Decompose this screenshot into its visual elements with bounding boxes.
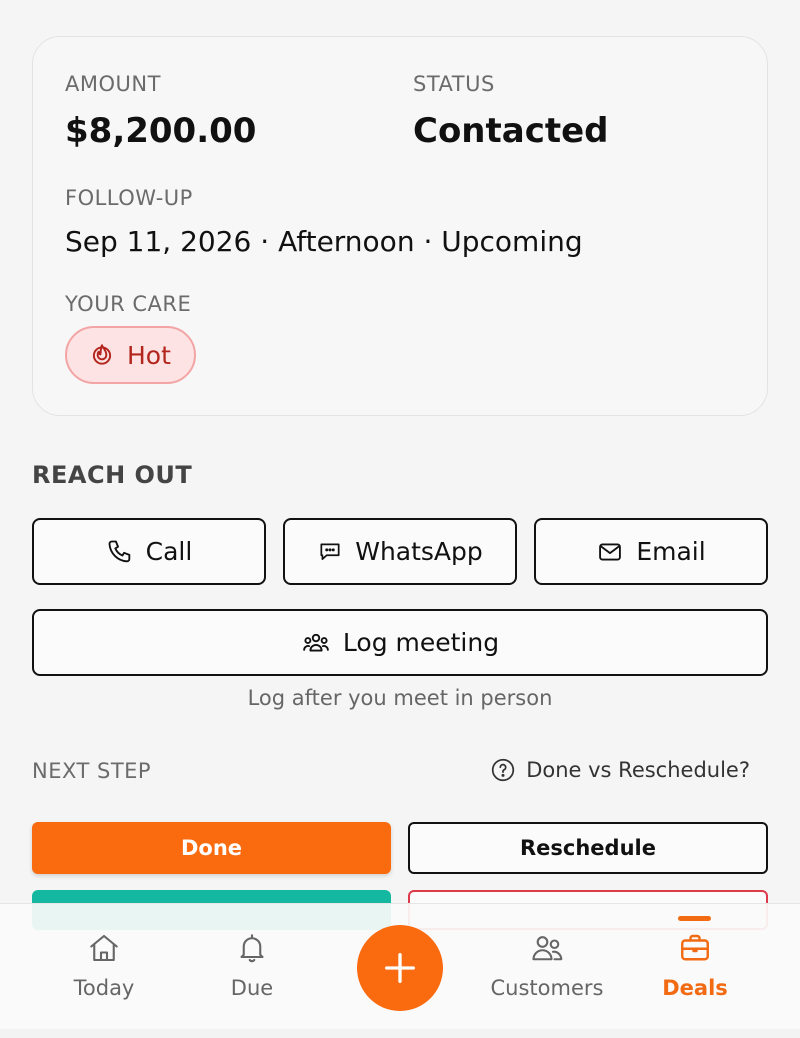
status-value: Contacted	[413, 111, 609, 151]
care-chip-label: Hot	[127, 340, 171, 370]
log-meeting-label: Log meeting	[342, 628, 500, 657]
chat-bubble-icon	[317, 539, 343, 565]
add-fab-button[interactable]	[357, 925, 443, 1011]
status-label: STATUS	[413, 72, 495, 96]
bottom-nav: Today Due Customers Deals	[0, 903, 800, 1029]
followup-value: Sep 11, 2026 · Afternoon · Upcoming	[65, 225, 583, 258]
email-label: Email	[636, 537, 706, 566]
log-meeting-hint: Log after you meet in person	[247, 686, 553, 710]
users-icon	[528, 930, 566, 966]
done-button[interactable]: Done	[32, 822, 391, 874]
email-button[interactable]: Email	[534, 518, 768, 585]
nav-deals[interactable]: Deals	[625, 930, 765, 1000]
deal-summary-card: AMOUNT $8,200.00 STATUS Contacted FOLLOW…	[32, 36, 768, 416]
reach-out-heading: REACH OUT	[32, 461, 193, 489]
next-step-label: NEXT STEP	[32, 759, 152, 783]
nav-customers-label: Customers	[490, 976, 604, 1000]
care-label: YOUR CARE	[65, 292, 192, 316]
phone-icon	[106, 538, 134, 566]
nav-due[interactable]: Due	[182, 930, 322, 1000]
amount-value: $8,200.00	[65, 111, 257, 151]
nav-due-label: Due	[230, 976, 274, 1000]
call-button[interactable]: Call	[32, 518, 266, 585]
active-tab-indicator	[678, 916, 711, 921]
log-meeting-button[interactable]: Log meeting	[32, 609, 768, 676]
care-chip[interactable]: Hot	[65, 326, 196, 384]
nav-today-label: Today	[73, 976, 135, 1000]
help-icon	[490, 757, 516, 783]
nav-deals-label: Deals	[662, 976, 728, 1000]
home-icon	[86, 930, 122, 966]
flame-icon	[89, 342, 115, 368]
bell-icon	[234, 930, 270, 966]
envelope-icon	[596, 538, 624, 566]
briefcase-icon	[677, 930, 713, 966]
call-label: Call	[145, 537, 193, 566]
nav-today[interactable]: Today	[34, 930, 174, 1000]
help-label: Done vs Reschedule?	[526, 758, 750, 782]
plus-icon	[380, 948, 420, 988]
amount-label: AMOUNT	[65, 72, 161, 96]
done-vs-reschedule-help[interactable]: Done vs Reschedule?	[490, 757, 750, 783]
whatsapp-label: WhatsApp	[355, 537, 483, 566]
nav-customers[interactable]: Customers	[477, 930, 617, 1000]
followup-label: FOLLOW-UP	[65, 186, 193, 210]
reschedule-button[interactable]: Reschedule	[408, 822, 768, 874]
whatsapp-button[interactable]: WhatsApp	[283, 518, 517, 585]
system-home-area	[0, 1029, 800, 1038]
people-icon	[301, 628, 331, 658]
